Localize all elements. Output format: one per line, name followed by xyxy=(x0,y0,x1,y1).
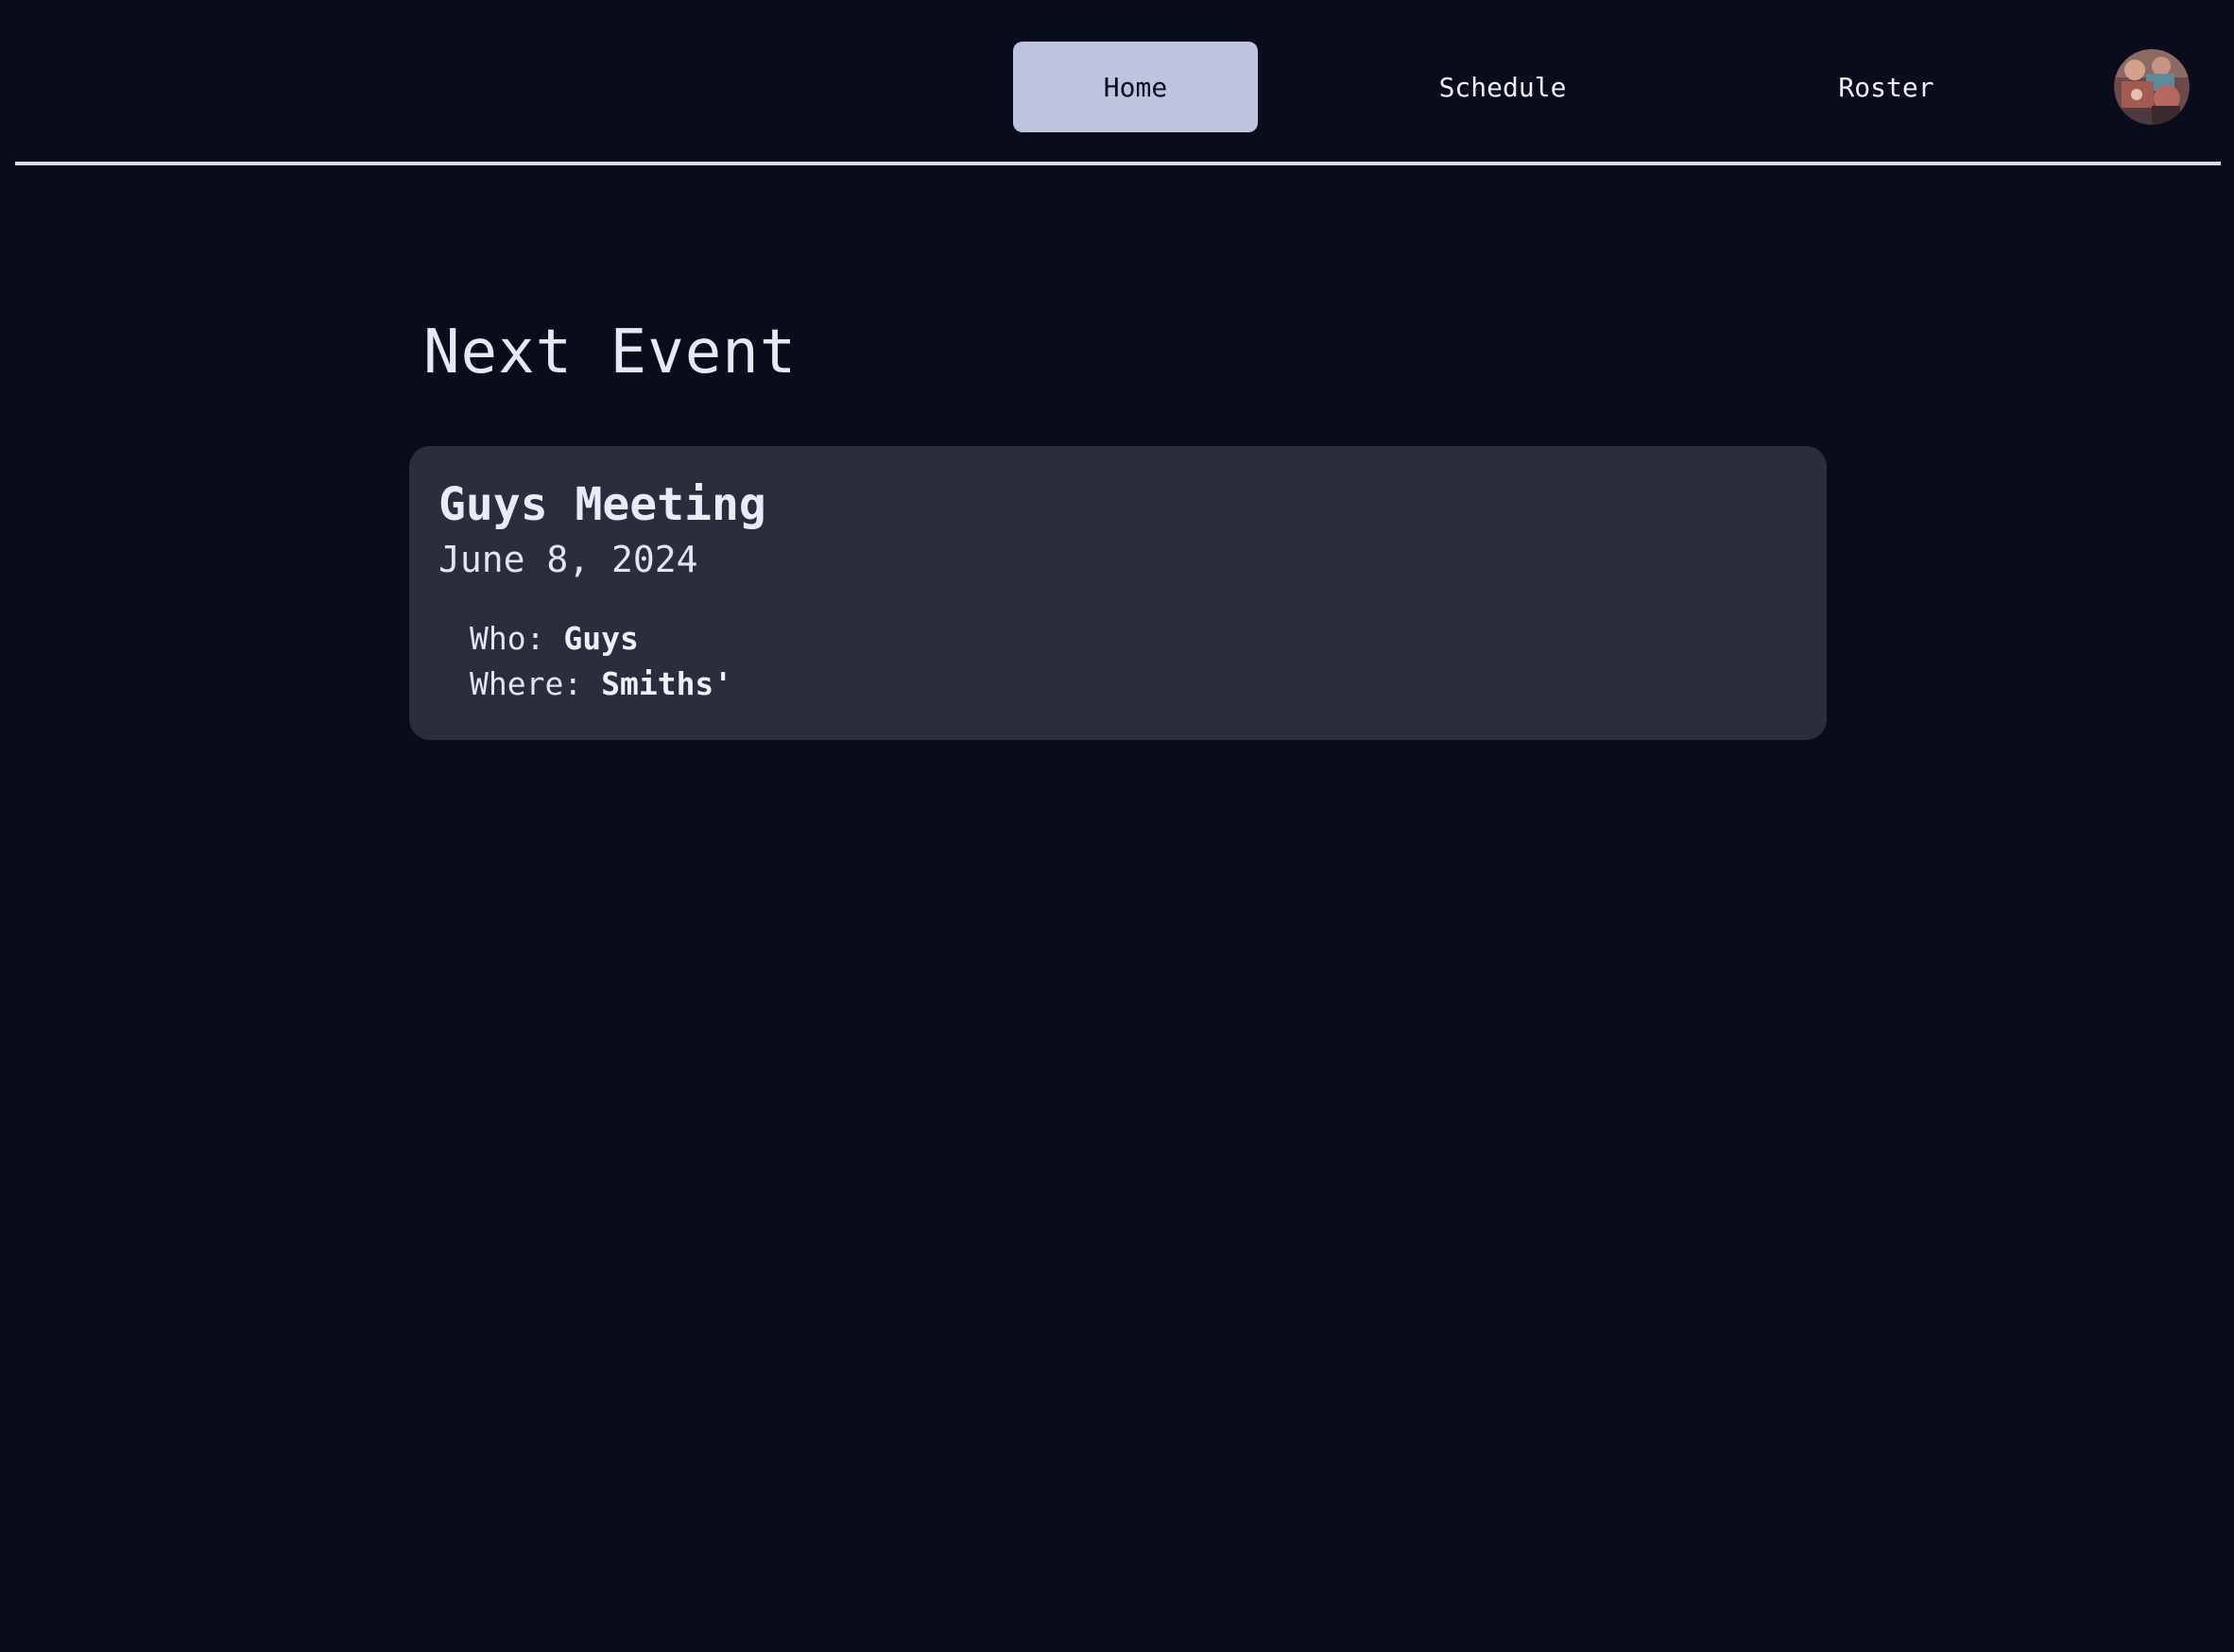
nav-schedule-label: Schedule xyxy=(1438,71,1567,103)
page-title: Next Event xyxy=(423,318,798,387)
event-where-label: Where: xyxy=(470,665,583,702)
header-divider xyxy=(15,162,2221,165)
top-navigation-bar: Home Schedule Roster xyxy=(0,0,2234,166)
nav-home-button[interactable]: Home xyxy=(1013,42,1258,132)
nav-roster-button[interactable]: Roster xyxy=(1763,42,2009,132)
event-date: June 8, 2024 xyxy=(438,539,698,580)
event-where-row: Where: Smiths' xyxy=(470,663,732,705)
user-avatar-photo-icon xyxy=(2114,49,2190,125)
nav-schedule-button[interactable]: Schedule xyxy=(1380,42,1625,132)
event-where-value: Smiths' xyxy=(601,665,733,702)
event-card: Guys Meeting June 8, 2024 Who: Guys Wher… xyxy=(409,446,1827,740)
event-who-label: Who: xyxy=(470,620,545,657)
event-who-value: Guys xyxy=(563,620,639,657)
nav-home-label: Home xyxy=(1103,71,1168,103)
nav-roster-label: Roster xyxy=(1838,71,1934,103)
event-who-row: Who: Guys xyxy=(470,618,639,660)
event-title: Guys Meeting xyxy=(438,478,766,531)
user-avatar[interactable] xyxy=(2114,49,2190,125)
